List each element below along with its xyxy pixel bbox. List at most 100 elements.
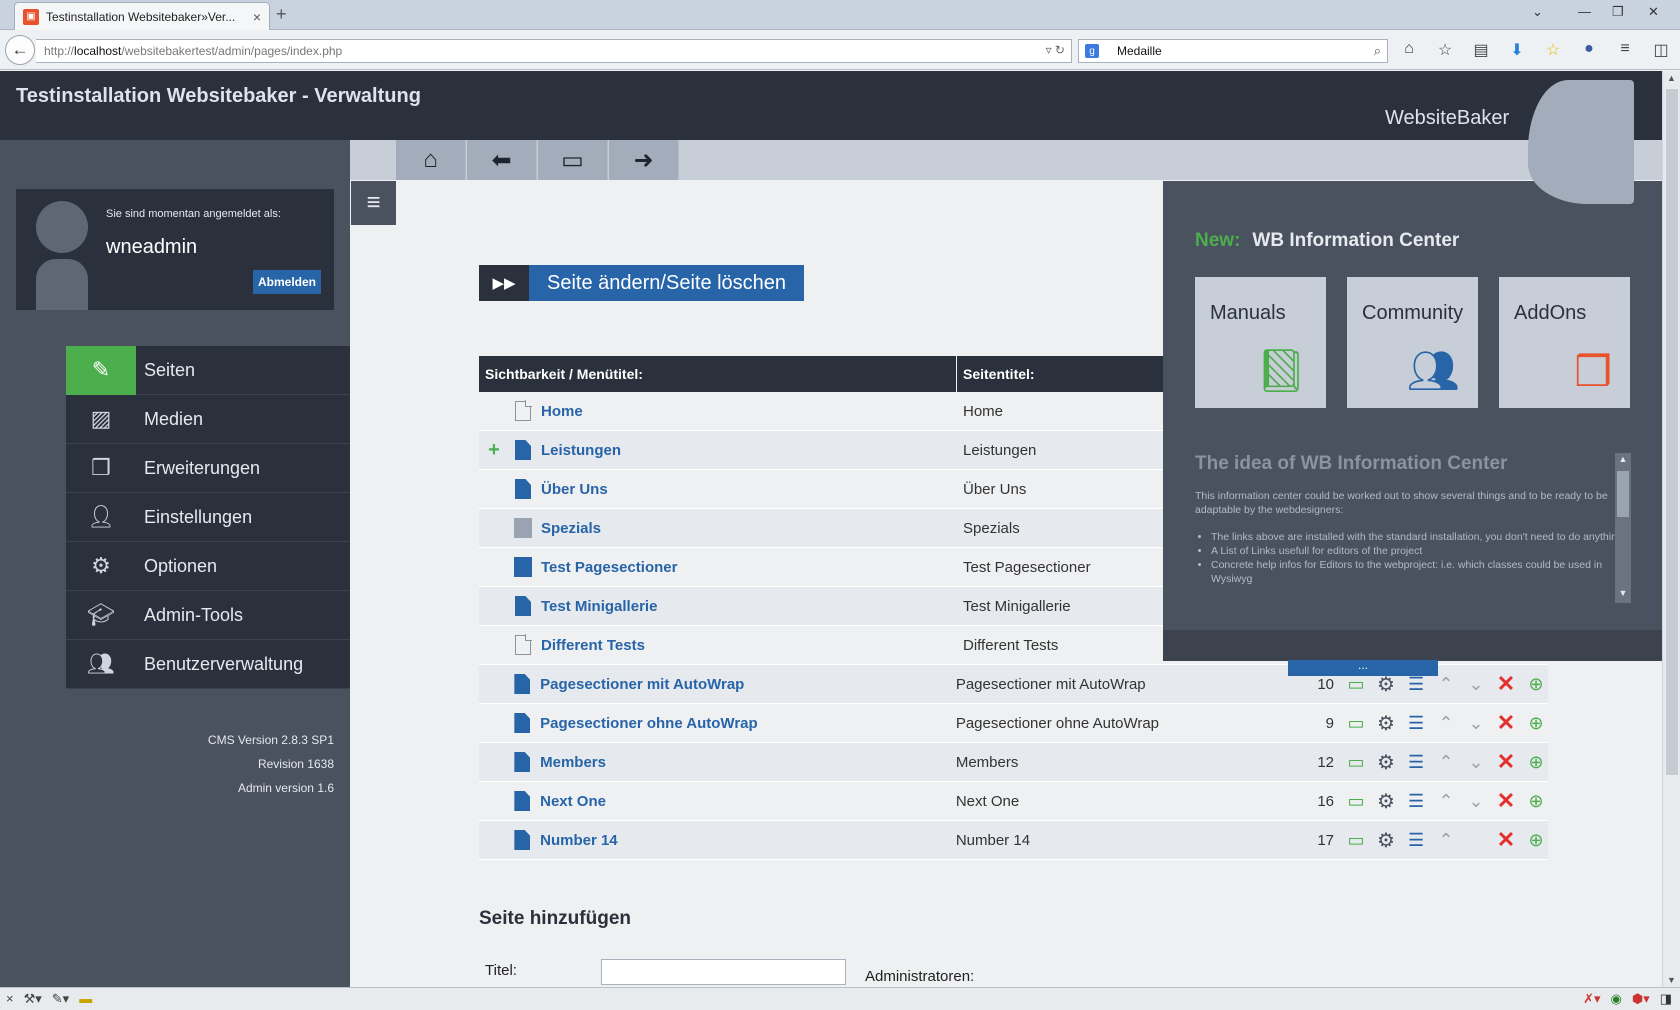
- scroll-up-icon[interactable]: ▲: [1617, 454, 1629, 468]
- view-page-icon[interactable]: ▭: [1344, 789, 1368, 813]
- expand-toggle[interactable]: +: [479, 439, 509, 462]
- scroll-thumb[interactable]: [1617, 471, 1629, 517]
- add-child-page-icon[interactable]: ⊕: [1524, 828, 1548, 852]
- delete-page-icon[interactable]: ✕: [1494, 671, 1518, 696]
- grease-icon[interactable]: ◉: [1610, 991, 1621, 1007]
- move-up-icon[interactable]: ⌃: [1434, 750, 1458, 774]
- home-icon[interactable]: ⌂: [1398, 40, 1420, 60]
- move-down-icon[interactable]: ⌄: [1464, 789, 1488, 813]
- back-button[interactable]: ⬅: [467, 140, 537, 180]
- download-icon[interactable]: ⬇: [1506, 40, 1528, 60]
- browser-tab[interactable]: ▣ Testinstallation Websitebaker»Ver... ×: [14, 2, 270, 30]
- menu-title-link[interactable]: Test Minigallerie: [537, 598, 957, 615]
- sidebar-item-einstellungen[interactable]: 👤︎ Einstellungen: [66, 493, 350, 542]
- search-bar[interactable]: g Medaille ⌕: [1078, 39, 1388, 63]
- script-icon[interactable]: ✗▾: [1583, 991, 1600, 1007]
- menu-title-link[interactable]: Different Tests: [537, 637, 957, 654]
- hamburger-menu-button[interactable]: ≡: [351, 181, 396, 225]
- menu-title-link[interactable]: Home: [537, 403, 957, 420]
- view-page-icon[interactable]: ▭: [1344, 828, 1368, 852]
- scroll-down-icon[interactable]: ▼: [1667, 975, 1676, 985]
- search-input[interactable]: Medaille: [1117, 44, 1162, 58]
- sidebar-item-benutzerverwaltung[interactable]: 👥︎ Benutzerverwaltung: [66, 640, 350, 689]
- menu-icon[interactable]: ≡: [1614, 40, 1636, 60]
- logout-toolbar-button[interactable]: ➜: [609, 140, 679, 180]
- favorites-icon[interactable]: ☆: [1542, 40, 1564, 60]
- menu-title-link[interactable]: Next One: [536, 793, 950, 810]
- websitebaker-logo[interactable]: WebsiteBaker: [1385, 107, 1509, 130]
- delete-page-icon[interactable]: ✕: [1494, 788, 1518, 813]
- menu-title-link[interactable]: Pagesectioner ohne AutoWrap: [536, 715, 950, 732]
- manage-sections-icon[interactable]: ☰: [1404, 789, 1428, 813]
- close-window-button[interactable]: ✕: [1648, 4, 1659, 20]
- manage-sections-icon[interactable]: ☰: [1404, 828, 1428, 852]
- view-page-icon[interactable]: ▭: [1344, 711, 1368, 735]
- reader-icon[interactable]: ▤: [1470, 40, 1492, 60]
- menu-title-link[interactable]: Spezials: [537, 520, 957, 537]
- delete-page-icon[interactable]: ✕: [1494, 749, 1518, 774]
- tab-list-icon[interactable]: ⌄: [1532, 4, 1543, 20]
- move-down-icon[interactable]: ⌄: [1464, 750, 1488, 774]
- manage-sections-icon[interactable]: ☰: [1404, 711, 1428, 735]
- sidebar-item-admin-tools[interactable]: 🎓︎ Admin-Tools: [66, 591, 350, 640]
- adblock-icon[interactable]: ⬢▾: [1632, 991, 1650, 1007]
- logout-button[interactable]: Abmelden: [253, 270, 322, 294]
- page-settings-icon[interactable]: ⚙: [1374, 789, 1398, 813]
- add-child-page-icon[interactable]: ⊕: [1524, 711, 1548, 735]
- delete-page-icon[interactable]: ✕: [1494, 710, 1518, 735]
- home-button[interactable]: ⌂: [396, 140, 466, 180]
- move-up-icon[interactable]: ⌃: [1434, 789, 1458, 813]
- menu-title-link[interactable]: Number 14: [536, 832, 950, 849]
- manage-sections-icon[interactable]: ☰: [1404, 750, 1428, 774]
- move-down-icon[interactable]: ⌄: [1464, 672, 1488, 696]
- bookmark-star-icon[interactable]: ☆: [1434, 40, 1456, 60]
- view-site-button[interactable]: ▭: [538, 140, 608, 180]
- minimize-button[interactable]: —: [1578, 4, 1591, 19]
- tools-icon[interactable]: ⚒▾: [24, 991, 42, 1007]
- page-settings-icon[interactable]: ⚙: [1374, 828, 1398, 852]
- sidebar-toggle-icon[interactable]: ◫: [1650, 40, 1672, 60]
- title-input[interactable]: [601, 959, 846, 985]
- add-child-page-icon[interactable]: ⊕: [1524, 789, 1548, 813]
- tab-close-icon[interactable]: ×: [253, 9, 261, 25]
- menu-title-link[interactable]: Test Pagesectioner: [537, 559, 957, 576]
- sidebar-item-seiten[interactable]: ✎ Seiten: [66, 345, 350, 395]
- menu-title-link[interactable]: Members: [536, 754, 950, 771]
- sidebar-item-optionen[interactable]: ⚙ Optionen: [66, 542, 350, 591]
- sidebar-item-erweiterungen[interactable]: ❒ Erweiterungen: [66, 444, 350, 493]
- scroll-thumb[interactable]: [1666, 89, 1678, 775]
- notes-icon[interactable]: ▬: [79, 991, 92, 1007]
- addons-tile[interactable]: AddOns ❒: [1499, 277, 1630, 408]
- sidebar-item-medien[interactable]: ▨ Medien: [66, 395, 350, 444]
- menu-title-link[interactable]: Über Uns: [537, 481, 957, 498]
- community-tile[interactable]: Community 👥︎: [1347, 277, 1478, 408]
- info-center-toggle-tab[interactable]: ...: [1288, 659, 1438, 676]
- addon-icon[interactable]: ●: [1578, 40, 1600, 60]
- scroll-down-icon[interactable]: ▼: [1617, 588, 1629, 602]
- delete-page-icon[interactable]: ✕: [1494, 827, 1518, 852]
- close-icon[interactable]: ×: [6, 991, 14, 1007]
- info-center-scrollbar[interactable]: ▲ ▼: [1615, 453, 1631, 603]
- view-page-icon[interactable]: ▭: [1344, 750, 1368, 774]
- add-child-page-icon[interactable]: ⊕: [1524, 750, 1548, 774]
- address-bar[interactable]: http://localhost/websitebakertest/admin/…: [36, 39, 1072, 63]
- move-up-icon[interactable]: ⌃: [1434, 828, 1458, 852]
- browser-back-button[interactable]: ←: [5, 35, 35, 65]
- page-settings-icon[interactable]: ⚙: [1374, 711, 1398, 735]
- google-search-icon[interactable]: g: [1085, 44, 1099, 58]
- move-up-icon[interactable]: ⌃: [1434, 711, 1458, 735]
- scroll-up-icon[interactable]: ▲: [1667, 73, 1676, 83]
- move-down-icon[interactable]: ⌄: [1464, 711, 1488, 735]
- manuals-tile[interactable]: Manuals 📗︎: [1195, 277, 1326, 408]
- new-tab-button[interactable]: +: [276, 4, 287, 25]
- add-child-page-icon[interactable]: ⊕: [1524, 672, 1548, 696]
- page-scrollbar[interactable]: ▲ ▼: [1662, 71, 1680, 987]
- menu-title-link[interactable]: Pagesectioner mit AutoWrap: [536, 676, 950, 693]
- restore-button[interactable]: ❐: [1612, 4, 1624, 20]
- page-settings-icon[interactable]: ⚙: [1374, 750, 1398, 774]
- pipette-icon[interactable]: ✎▾: [52, 991, 69, 1007]
- shield-icon[interactable]: ◨: [1660, 991, 1672, 1007]
- menu-title-link[interactable]: Leistungen: [537, 442, 957, 459]
- reload-icon[interactable]: ▿ ↻: [1046, 43, 1065, 57]
- search-icon[interactable]: ⌕: [1374, 43, 1381, 59]
